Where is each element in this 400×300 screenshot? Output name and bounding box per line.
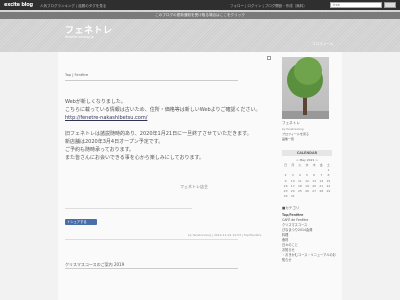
calendar-weekday: 水 [305, 163, 309, 167]
calendar-day [318, 168, 325, 172]
update-notice-link[interactable]: このブログの更新通知を受け取る場合はここをクリック [0, 12, 400, 19]
calendar-day: 6 [313, 173, 316, 178]
calendar-day [282, 168, 289, 172]
post-body: Webが新しくなりました。 こちらに載っている情報は古いため、住所・価格等は新し… [65, 98, 265, 162]
calendar-day: 30 [283, 194, 288, 199]
post-line: また皆さんにお会いできる事を心から楽しみにしております。 [65, 155, 204, 161]
profile-author: by fenetre-blog [282, 127, 304, 131]
post-footer[interactable]: by fenetre-blog | 2019-11-24 14:53 | Top… [188, 233, 261, 237]
calendar-day: 18 [297, 183, 302, 188]
calendar-day: 3 [291, 173, 294, 178]
view-profile-link[interactable]: プロフィールを見る [282, 132, 309, 136]
calendar-day [296, 168, 303, 172]
search-button[interactable] [384, 2, 396, 8]
post-line: ご予約も随時承っております。 [65, 147, 135, 153]
image-list-link[interactable]: 画像一覧 [282, 137, 294, 141]
calendar-day [289, 168, 296, 172]
profile-image[interactable] [282, 57, 329, 119]
calendar-month-nav[interactable]: < May 2021 > [282, 158, 332, 162]
calendar-weekday: 月 [291, 163, 295, 167]
share-label: シェアする [70, 220, 87, 224]
divider [65, 239, 238, 240]
excite-blog-logo[interactable]: excite blog [4, 2, 33, 8]
calendar-weekday: 日 [284, 163, 288, 167]
divider [65, 208, 192, 209]
calendar-day: 27 [312, 188, 317, 193]
profile-link[interactable]: プロフィール [312, 42, 334, 47]
calendar-day: 4 [298, 173, 301, 178]
calendar-day: 19 [305, 183, 309, 188]
post-line: Webが新しくなりました。 [65, 99, 126, 105]
calendar-day: 23 [283, 188, 288, 193]
new-website-link[interactable]: http://fenetre-nakashibetsu.com/ [65, 114, 265, 122]
facebook-share-button[interactable]: f シェアする [65, 219, 97, 225]
calendar-title: CALENDAR [282, 150, 332, 156]
calendar-day: 28 [319, 188, 324, 193]
calendar-day: 20 [312, 183, 317, 188]
calendar-day: 26 [305, 188, 309, 193]
calendar-weekday: 金 [319, 163, 323, 167]
calendar-day: 10 [290, 178, 295, 183]
profile-name: フェネトレ [282, 121, 300, 125]
post-line: 新店舗は2020年3月4日オープン予定です。 [65, 139, 164, 145]
calendar-day: 13 [312, 178, 317, 183]
image-placeholder-icon [267, 56, 271, 60]
calendar-day: 12 [305, 178, 309, 183]
calendar-weekday: 火 [298, 163, 302, 167]
calendar-grid: 日月火水木金土 1 2 3 4 5 6 7 8 9 10 11 12 13 14 15 16 17 18 19 20 21… [282, 163, 332, 198]
calendar-day: 24 [290, 188, 295, 193]
calendar-day: 11 [297, 178, 302, 183]
category-title: ■カテゴリ [282, 206, 300, 210]
calendar-day: 9 [284, 178, 287, 183]
post-line: 旧フェネトレは諸説随時的あり、2020年1月21日に一旦終了させていただきます。 [65, 131, 252, 137]
calendar-day: 17 [290, 183, 295, 188]
category-item[interactable]: ・おきかむコース・リニューアルのお知らせ [282, 253, 337, 263]
calendar-day: 14 [319, 178, 324, 183]
calendar-weekday: 土 [326, 163, 330, 167]
calendar-day [311, 168, 318, 172]
calendar-day: 15 [326, 178, 331, 183]
category-list: Top/Fenêtre CAFÉ de Fenêtre クリスマスコース ぴなまつり2… [282, 213, 337, 263]
image-tree [294, 57, 322, 85]
top-navigation-bar: excite blog 人気ブログランキング | 話題のタグを見る フォロー |… [0, 0, 400, 10]
calendar-day: 21 [319, 183, 324, 188]
calendar-day: 31 [290, 194, 295, 199]
calendar-day: 16 [283, 183, 288, 188]
post-line: こちらに載っている情報は古いため、住所・価格等は新しいWebよりご確認ください。 [65, 107, 261, 113]
calendar-day: 5 [306, 173, 308, 178]
post-category-header[interactable]: Top | Fenêtre [65, 73, 88, 77]
divider [65, 268, 238, 269]
post-signature: フェネトレ店主 [180, 184, 208, 189]
search-input[interactable]: free [330, 2, 382, 8]
calendar-day: 1 [327, 168, 330, 173]
calendar-day: 22 [326, 183, 331, 188]
image-tree-trunk [303, 95, 307, 115]
calendar-day: 7 [320, 173, 323, 178]
calendar-day [303, 168, 310, 172]
calendar-weekday: 木 [312, 163, 316, 167]
popular-ranking-link[interactable]: 人気ブログランキング | 話題のタグを見る [40, 4, 106, 9]
account-links[interactable]: フォロー | ログイン | ブログ開設・作成（無料） [230, 4, 307, 9]
calendar-day: 29 [326, 188, 331, 193]
calendar-day: 2 [284, 173, 287, 178]
divider [65, 80, 238, 81]
blog-url: fenetre.exblog.jp [65, 35, 94, 39]
calendar-day: 25 [297, 188, 302, 193]
calendar-day: 8 [327, 173, 330, 178]
